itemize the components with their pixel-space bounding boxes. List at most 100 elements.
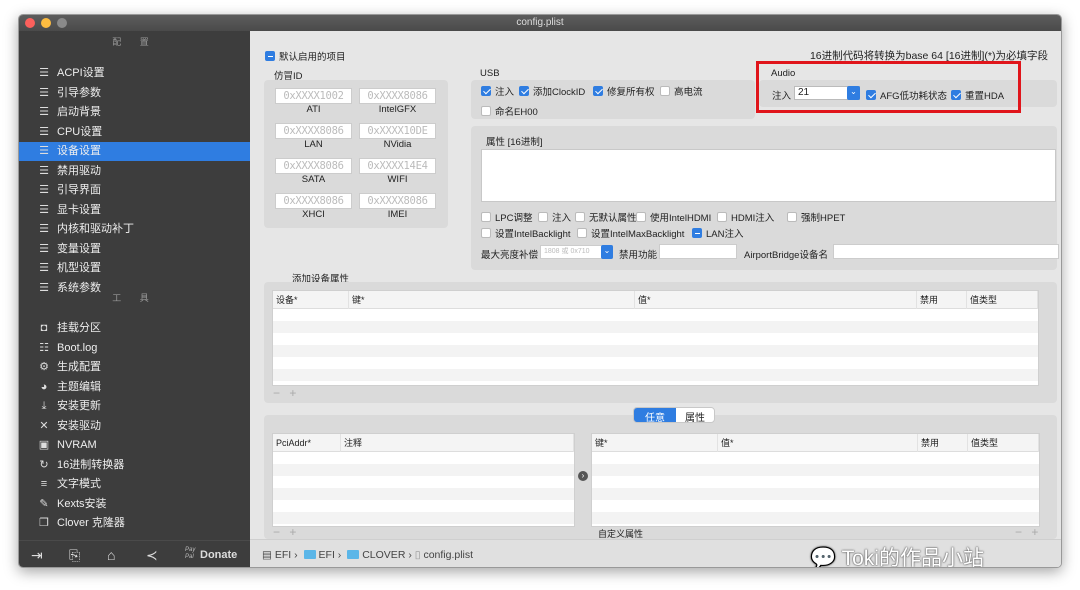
sidebar-tool-item[interactable]: ◘ 挂载分区: [19, 319, 250, 338]
add-remove-buttons[interactable]: − +: [273, 386, 299, 400]
sidebar-item[interactable]: ☰ 显卡设置: [19, 201, 250, 220]
column-header[interactable]: 键*: [592, 434, 718, 452]
column-header[interactable]: 值类型: [968, 434, 1039, 452]
sidebar-tool-item[interactable]: ▣ NVRAM: [19, 436, 250, 455]
usb-option-checkbox[interactable]: 高电流: [660, 84, 703, 98]
property-option-checkbox[interactable]: 强制HPET: [787, 210, 845, 224]
column-header[interactable]: 注释: [341, 434, 574, 452]
sidebar-tool-item[interactable]: ✕ 安装驱动: [19, 417, 250, 436]
checkbox[interactable]: [577, 228, 587, 238]
checkbox[interactable]: [692, 228, 702, 238]
zoom-button[interactable]: [57, 18, 67, 28]
usb-option-checkbox[interactable]: 注入: [481, 84, 514, 98]
arrow-right-icon[interactable]: ›: [578, 471, 588, 481]
column-header[interactable]: 值*: [718, 434, 918, 452]
checkbox[interactable]: [481, 86, 491, 96]
custom-props-table[interactable]: 键* 值* 禁用 值类型: [591, 433, 1040, 527]
sidebar-tool-item[interactable]: ✎ Kexts安装: [19, 495, 250, 514]
column-header[interactable]: 值类型: [967, 291, 1038, 309]
properties-textarea[interactable]: [481, 149, 1056, 202]
column-header[interactable]: PciAddr*: [273, 434, 341, 452]
close-button[interactable]: [25, 18, 35, 28]
sidebar-tool-item[interactable]: ≡ 文字模式: [19, 475, 250, 494]
tab-any[interactable]: 任意: [634, 408, 676, 422]
breadcrumb-clover[interactable]: CLOVER: [362, 549, 405, 561]
sidebar-tool-item[interactable]: ⚙ 生成配置: [19, 358, 250, 377]
checkbox[interactable]: [519, 86, 529, 96]
usb-option-checkbox[interactable]: 添加ClockID: [519, 84, 585, 98]
usb-option-checkbox[interactable]: 命名EH00: [481, 104, 538, 118]
column-header[interactable]: 禁用: [918, 434, 968, 452]
property-option-checkbox[interactable]: LPC调整: [481, 210, 532, 224]
sidebar-item[interactable]: ☰ 引导界面: [19, 181, 250, 200]
left-add-remove-buttons[interactable]: − +: [273, 525, 299, 539]
sidebar-tool-item[interactable]: ◕ 主题编辑: [19, 378, 250, 397]
default-enabled-toggle[interactable]: 默认启用的项目: [265, 49, 346, 63]
fake-id-input[interactable]: 0xXXXX8086: [359, 88, 436, 104]
property-option-checkbox[interactable]: 注入: [538, 210, 571, 224]
sidebar-item[interactable]: ☰ ACPI设置: [19, 64, 250, 83]
property-option-checkbox[interactable]: HDMI注入: [717, 210, 774, 224]
column-header[interactable]: 值*: [635, 291, 917, 309]
donate-button[interactable]: Donate: [200, 549, 237, 561]
checkbox[interactable]: [538, 212, 548, 222]
pci-table[interactable]: PciAddr* 注释: [272, 433, 575, 527]
sidebar-item[interactable]: ☰ 机型设置: [19, 259, 250, 278]
column-header[interactable]: 键*: [349, 291, 635, 309]
column-header[interactable]: 禁用: [917, 291, 967, 309]
sidebar-tool-item[interactable]: ❐ Clover 克隆器: [19, 514, 250, 533]
checkbox[interactable]: [787, 212, 797, 222]
checkbox[interactable]: [575, 212, 585, 222]
sidebar-tool-item[interactable]: ⤓ 安装更新: [19, 397, 250, 416]
breadcrumb-config[interactable]: config.plist: [423, 549, 473, 561]
property-option-checkbox[interactable]: 设置IntelMaxBacklight: [577, 226, 684, 240]
sidebar-item[interactable]: ☰ CPU设置: [19, 123, 250, 142]
fake-id-input[interactable]: 0xXXXX8086: [359, 193, 436, 209]
fake-id-input[interactable]: 0xXXXX10DE: [359, 123, 436, 139]
property-option-checkbox[interactable]: 无默认属性: [575, 210, 637, 224]
breadcrumb-efi[interactable]: EFI: [319, 549, 335, 561]
max-brightness-select[interactable]: 1808 或 0x710 ⌄: [540, 245, 613, 259]
airport-input[interactable]: [833, 244, 1059, 259]
sidebar-item[interactable]: ☰ 设备设置: [19, 142, 250, 161]
checkbox[interactable]: [660, 86, 670, 96]
sidebar-item[interactable]: ☰ 变量设置: [19, 240, 250, 259]
file-icon: ▯: [414, 549, 421, 561]
device-properties-table[interactable]: 设备* 键* 值* 禁用 值类型: [272, 290, 1039, 386]
fake-id-input[interactable]: 0xXXXX14E4: [359, 158, 436, 174]
sidebar-item[interactable]: ☰ 禁用驱动: [19, 162, 250, 181]
fake-id-input[interactable]: 0xXXXX8086: [275, 158, 352, 174]
breadcrumb-efi-volume[interactable]: EFI: [275, 549, 291, 561]
checkbox-mixed[interactable]: [265, 51, 275, 61]
checkbox[interactable]: [593, 86, 603, 96]
share-icon[interactable]: ≺: [146, 547, 158, 564]
checkbox[interactable]: [636, 212, 646, 222]
fake-id-input[interactable]: 0xXXXX1002: [275, 88, 352, 104]
fake-id-input[interactable]: 0xXXXX8086: [275, 123, 352, 139]
sidebar-item-label: 引导参数: [57, 86, 101, 99]
column-header[interactable]: 设备*: [273, 291, 349, 309]
checkbox[interactable]: [717, 212, 727, 222]
property-option-checkbox[interactable]: 设置IntelBacklight: [481, 226, 571, 240]
sidebar-item[interactable]: ☰ 启动背景: [19, 103, 250, 122]
sidebar-item[interactable]: ☰ 引导参数: [19, 84, 250, 103]
right-add-remove-buttons[interactable]: − +: [1015, 525, 1041, 539]
minimize-button[interactable]: [41, 18, 51, 28]
checkbox[interactable]: [481, 212, 491, 222]
checkbox[interactable]: [481, 228, 491, 238]
usb-option-checkbox[interactable]: 修复所有权: [593, 84, 655, 98]
import-icon[interactable]: ⇥: [31, 547, 43, 564]
property-option-checkbox[interactable]: LAN注入: [692, 226, 743, 240]
sidebar-tool-item[interactable]: ☷ Boot.log: [19, 339, 250, 358]
sidebar-tool-item[interactable]: ↻ 16进制转换器: [19, 456, 250, 475]
fake-id-label: XHCI: [302, 209, 325, 220]
sidebar-item[interactable]: ☰ 内核和驱动补丁: [19, 220, 250, 239]
custom-props-group: PciAddr* 注释 › 键* 值* 禁用 值类型 − + 自定义属性 − +: [264, 415, 1057, 539]
home-icon[interactable]: ⌂: [107, 547, 115, 563]
fake-id-input[interactable]: 0xXXXX8086: [275, 193, 352, 209]
tab-properties[interactable]: 属性: [676, 408, 714, 422]
export-icon[interactable]: ⎘: [69, 547, 80, 564]
checkbox[interactable]: [481, 106, 491, 116]
disable-input[interactable]: [659, 244, 737, 259]
property-option-checkbox[interactable]: 使用IntelHDMI: [636, 210, 711, 224]
